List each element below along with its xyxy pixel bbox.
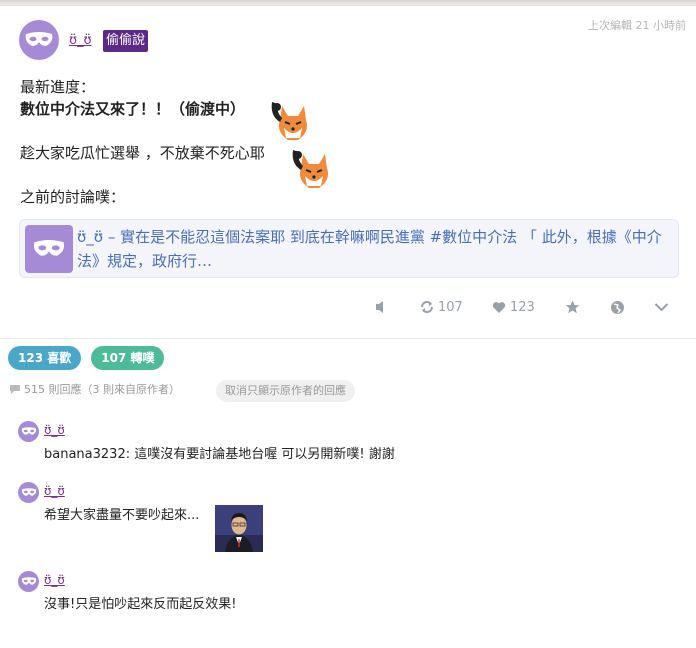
post-author[interactable]: ʊ̈_ʊ̈ <box>69 33 92 48</box>
like-button[interactable]: 123 <box>492 296 535 318</box>
response-stats: 515 則回應（3 則來自原作者） <box>9 381 180 397</box>
linked-plurk-text: ʊ̈_ʊ̈ – 實在是不能忍這個法案耶 到底在幹嘛啊民進黨 #數位中介法 「 此… <box>77 225 667 273</box>
favorite-button[interactable] <box>565 296 580 318</box>
avatar <box>25 225 73 273</box>
response-count: 515 則回應（3 則來自原作者） <box>24 383 180 396</box>
more-options-button[interactable] <box>654 296 669 318</box>
post-line-1: 最新進度： <box>20 78 96 96</box>
post-line-4: 之前的討論噗： <box>20 188 126 206</box>
response-author[interactable]: ʊ̈_ʊ̈ <box>44 573 65 587</box>
globe-icon <box>611 300 624 314</box>
linked-plurk-author: ʊ̈_ʊ̈ <box>77 228 104 246</box>
linked-plurk-card[interactable]: ʊ̈_ʊ̈ – 實在是不能忍這個法案耶 到底在幹嘛啊民進黨 #數位中介法 「 此… <box>19 219 679 278</box>
mute-icon <box>376 301 383 313</box>
share-button[interactable] <box>610 296 625 318</box>
plurk-post: ʊ̈_ʊ̈ 偷偷說 上次編輯 21 小時前 最新進度： 數位中介法又來了！！（偷… <box>0 6 696 339</box>
likes-badge[interactable]: 123 喜歡 <box>8 346 82 370</box>
mask-icon <box>33 240 65 256</box>
like-count: 123 <box>510 299 535 315</box>
post-line-2: 數位中介法又來了！！（偷渡中） <box>20 100 246 118</box>
avatar[interactable] <box>19 20 59 60</box>
heart-icon <box>492 301 506 313</box>
avatar[interactable] <box>18 421 39 442</box>
fox-sticker-icon <box>292 150 328 188</box>
comment-icon <box>10 384 20 394</box>
replurk-button[interactable]: 107 <box>420 296 463 318</box>
chevron-down-icon <box>654 303 669 312</box>
response-text: 沒事!只是怕吵起來反而起反效果! <box>44 597 237 612</box>
response-author[interactable]: ʊ̈_ʊ̈ <box>44 484 65 498</box>
replurks-badge[interactable]: 107 轉噗 <box>91 346 165 370</box>
fox-sticker-icon <box>271 102 307 140</box>
star-icon <box>565 300 580 314</box>
response-text: banana3232: 這噗沒有要討論基地台喔 可以另開新噗! 謝謝 <box>44 447 395 462</box>
reaction-summary: 123 喜歡 107 轉噗 <box>8 346 165 370</box>
qualifier-badge: 偷偷說 <box>103 30 149 52</box>
response-text: 希望大家盡量不要吵起來... <box>44 508 200 523</box>
edit-timestamp: 上次編輯 21 小時前 <box>588 19 686 32</box>
response-image[interactable] <box>215 505 263 552</box>
post-line-3: 趁大家吃瓜忙選舉 ，不放棄不死心耶 <box>20 144 265 162</box>
avatar[interactable] <box>18 482 39 503</box>
linked-plurk-summary: – 實在是不能忍這個法案耶 到底在幹嘛啊民進黨 #數位中介法 「 此外，根據《中… <box>77 228 662 270</box>
mask-icon <box>21 427 36 435</box>
avatar[interactable] <box>18 571 39 592</box>
mask-icon <box>25 32 53 46</box>
mask-icon <box>21 577 36 585</box>
show-all-responses-button[interactable]: 取消只顯示原作者的回應 <box>216 380 355 402</box>
replurk-count: 107 <box>438 299 463 315</box>
mute-button[interactable] <box>374 296 390 318</box>
mask-icon <box>21 488 36 496</box>
response-author[interactable]: ʊ̈_ʊ̈ <box>44 423 65 437</box>
replurk-icon <box>421 301 433 313</box>
